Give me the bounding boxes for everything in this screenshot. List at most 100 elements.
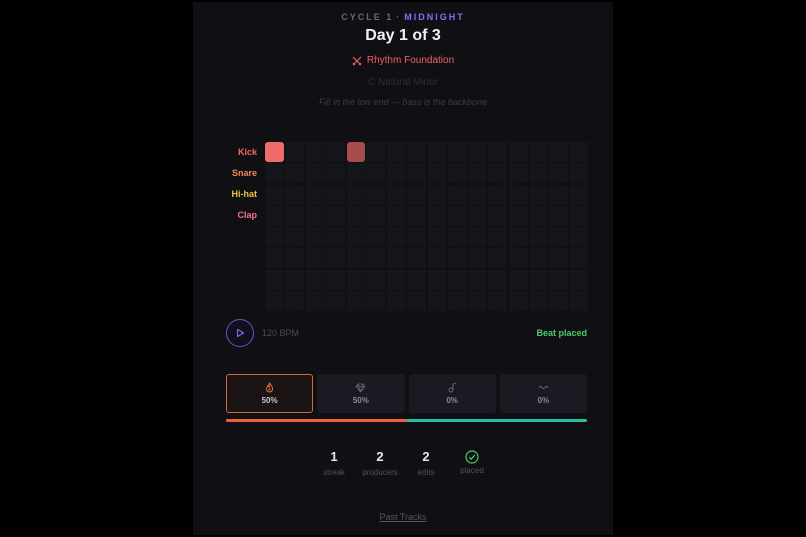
step-cell[interactable] xyxy=(285,248,305,269)
step-cell[interactable] xyxy=(366,269,386,290)
stat-card-flame[interactable]: 50% xyxy=(226,374,314,413)
step-cell[interactable] xyxy=(347,184,366,205)
step-cell[interactable] xyxy=(265,227,284,248)
step-cell[interactable] xyxy=(325,248,345,269)
step-cell[interactable] xyxy=(285,291,305,312)
step-cell[interactable] xyxy=(305,184,325,205)
step-cell[interactable] xyxy=(509,142,528,162)
step-cell[interactable] xyxy=(347,248,366,269)
step-cell[interactable] xyxy=(528,227,548,248)
step-cell[interactable] xyxy=(305,248,325,269)
step-cell[interactable] xyxy=(265,269,284,290)
step-cell[interactable] xyxy=(285,163,305,184)
step-cell[interactable] xyxy=(569,205,589,226)
step-cell[interactable] xyxy=(509,184,528,205)
step-cell[interactable] xyxy=(447,205,467,226)
step-cell[interactable] xyxy=(366,142,386,162)
step-cell[interactable] xyxy=(549,291,569,312)
step-cell[interactable] xyxy=(447,163,467,184)
step-cell[interactable] xyxy=(386,269,406,290)
step-cell[interactable] xyxy=(407,291,427,312)
step-cell[interactable] xyxy=(347,142,366,162)
step-cell[interactable] xyxy=(347,269,366,290)
step-cell[interactable] xyxy=(366,205,386,226)
step-cell[interactable] xyxy=(428,269,447,290)
step-cell[interactable] xyxy=(407,205,427,226)
step-cell[interactable] xyxy=(569,269,589,290)
step-cell[interactable] xyxy=(265,248,284,269)
step-cell[interactable] xyxy=(366,184,386,205)
step-cell[interactable] xyxy=(386,163,406,184)
step-cell[interactable] xyxy=(509,269,528,290)
step-cell[interactable] xyxy=(488,205,508,226)
step-cell[interactable] xyxy=(509,163,528,184)
step-cell[interactable] xyxy=(407,269,427,290)
step-cell[interactable] xyxy=(325,184,345,205)
step-cell[interactable] xyxy=(549,248,569,269)
step-cell[interactable] xyxy=(366,163,386,184)
step-cell[interactable] xyxy=(467,269,487,290)
step-cell[interactable] xyxy=(569,142,589,162)
step-cell[interactable] xyxy=(549,205,569,226)
step-cell[interactable] xyxy=(488,184,508,205)
step-cell[interactable] xyxy=(447,227,467,248)
step-cell[interactable] xyxy=(386,227,406,248)
step-cell[interactable] xyxy=(325,142,345,162)
step-cell[interactable] xyxy=(467,163,487,184)
step-cell[interactable] xyxy=(407,227,427,248)
step-cell[interactable] xyxy=(447,269,467,290)
step-cell[interactable] xyxy=(467,291,487,312)
step-cell[interactable] xyxy=(285,205,305,226)
play-button[interactable] xyxy=(226,319,254,347)
step-cell[interactable] xyxy=(325,205,345,226)
step-cell[interactable] xyxy=(386,291,406,312)
step-cell[interactable] xyxy=(407,163,427,184)
step-cell[interactable] xyxy=(285,227,305,248)
step-cell[interactable] xyxy=(528,163,548,184)
step-cell[interactable] xyxy=(366,248,386,269)
step-cell[interactable] xyxy=(467,248,487,269)
step-cell[interactable] xyxy=(488,227,508,248)
step-cell[interactable] xyxy=(325,163,345,184)
step-cell[interactable] xyxy=(467,184,487,205)
step-cell[interactable] xyxy=(509,227,528,248)
step-cell[interactable] xyxy=(325,291,345,312)
step-cell[interactable] xyxy=(569,291,589,312)
step-cell[interactable] xyxy=(549,163,569,184)
step-cell[interactable] xyxy=(265,184,284,205)
step-cell[interactable] xyxy=(428,205,447,226)
step-cell[interactable] xyxy=(569,227,589,248)
step-cell[interactable] xyxy=(305,163,325,184)
step-cell[interactable] xyxy=(325,227,345,248)
step-cell[interactable] xyxy=(265,142,284,162)
step-cell[interactable] xyxy=(265,291,284,312)
step-cell[interactable] xyxy=(528,248,548,269)
step-cell[interactable] xyxy=(285,142,305,162)
step-cell[interactable] xyxy=(407,248,427,269)
step-cell[interactable] xyxy=(347,291,366,312)
step-cell[interactable] xyxy=(569,184,589,205)
stat-card-gem[interactable]: 50% xyxy=(317,374,405,413)
step-cell[interactable] xyxy=(488,142,508,162)
step-cell[interactable] xyxy=(347,163,366,184)
step-cell[interactable] xyxy=(305,142,325,162)
step-cell[interactable] xyxy=(386,142,406,162)
step-cell[interactable] xyxy=(428,184,447,205)
step-cell[interactable] xyxy=(428,248,447,269)
step-cell[interactable] xyxy=(549,269,569,290)
step-cell[interactable] xyxy=(488,269,508,290)
step-cell[interactable] xyxy=(467,205,487,226)
step-cell[interactable] xyxy=(407,184,427,205)
step-cell[interactable] xyxy=(305,291,325,312)
step-cell[interactable] xyxy=(428,227,447,248)
step-cell[interactable] xyxy=(305,227,325,248)
step-cell[interactable] xyxy=(386,248,406,269)
step-cell[interactable] xyxy=(428,163,447,184)
step-cell[interactable] xyxy=(447,142,467,162)
step-cell[interactable] xyxy=(528,269,548,290)
step-cell[interactable] xyxy=(569,248,589,269)
step-cell[interactable] xyxy=(569,163,589,184)
step-cell[interactable] xyxy=(366,227,386,248)
step-cell[interactable] xyxy=(386,205,406,226)
step-cell[interactable] xyxy=(285,269,305,290)
